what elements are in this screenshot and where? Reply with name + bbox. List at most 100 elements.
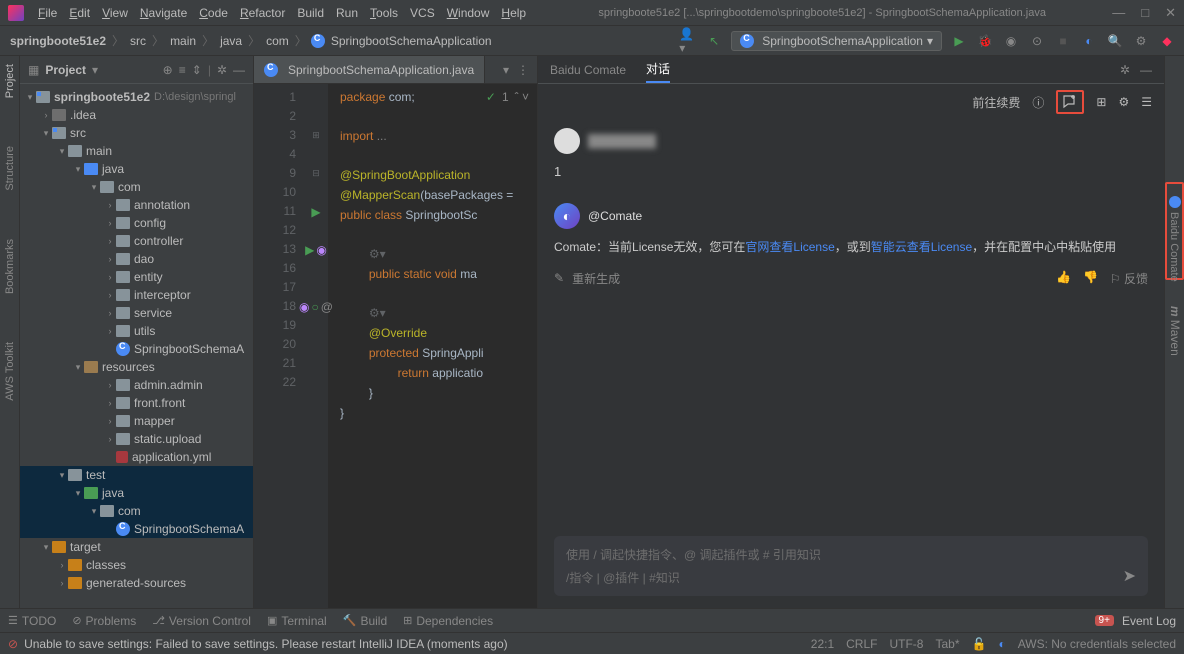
settings-icon[interactable]: ⚙ — [1132, 32, 1150, 50]
send-icon[interactable]: ➤ — [1123, 566, 1136, 586]
menu-vcs[interactable]: VCS — [404, 4, 441, 22]
chevron-up-down-icon: ˆ ˅ — [515, 90, 529, 104]
comate-icon[interactable]: ◐ — [1080, 32, 1098, 50]
thumbs-down-icon[interactable]: 👎 — [1083, 270, 1098, 287]
event-log-button[interactable]: 9+ Event Log — [1095, 614, 1176, 628]
crumb-root[interactable]: springboote51e2 — [8, 34, 108, 48]
menu-icon[interactable]: ☰ — [1141, 95, 1152, 109]
tab-structure[interactable]: Structure — [4, 142, 16, 195]
inspection-indicator[interactable]: ✓ 1 ˆ ˅ — [486, 90, 529, 104]
override-icon[interactable]: ◉ — [299, 300, 309, 314]
comate-tab-chat[interactable]: 对话 — [646, 56, 670, 83]
menu-edit[interactable]: Edit — [63, 4, 96, 22]
window-title: springboote51e2 [...\springbootdemo\spri… — [532, 7, 1112, 19]
project-tree[interactable]: ▾springboote51e2D:\design\springl ›.idea… — [20, 84, 253, 608]
code-editor[interactable]: 123491011121316171819202122 ⊞ ⊟ ▶ ▶◉ ◉○@… — [254, 84, 537, 608]
crumb-com[interactable]: com — [264, 34, 291, 48]
tab-todo[interactable]: ☰ TODO — [8, 614, 56, 628]
menu-view[interactable]: View — [96, 4, 134, 22]
wand-icon: ✎ — [554, 271, 564, 285]
minimize-button[interactable]: — — [1112, 5, 1125, 21]
new-chat-button[interactable] — [1056, 90, 1084, 114]
tab-dependencies[interactable]: ⊞ Dependencies — [403, 614, 493, 628]
stop-button[interactable]: ■ — [1054, 32, 1072, 50]
yml-file-icon — [116, 451, 128, 463]
expand-all-icon[interactable]: ≡ — [179, 63, 186, 77]
tab-problems[interactable]: ⊘ Problems — [72, 614, 136, 628]
select-opened-icon[interactable]: ⊕ — [163, 63, 173, 77]
thumbs-up-icon[interactable]: 👍 — [1056, 270, 1071, 287]
chat-input[interactable]: 使用 / 调起快捷指令、@ 调起插件或 # 引用知识 /指令 | @插件 | #… — [554, 536, 1148, 596]
chevron-right-icon: 〉 — [291, 32, 311, 49]
tab-build[interactable]: 🔨 Build — [343, 614, 387, 628]
menu-run[interactable]: Run — [330, 4, 364, 22]
tab-version-control[interactable]: ⎇ Version Control — [152, 614, 251, 628]
jetbrains-icon[interactable]: ◆ — [1158, 32, 1176, 50]
settings-icon[interactable]: ✲ — [217, 63, 227, 77]
menu-code[interactable]: Code — [193, 4, 234, 22]
run-config-name: SpringbootSchemaApplication — [762, 34, 923, 48]
debug-button[interactable]: 🐞 — [976, 32, 994, 50]
menu-help[interactable]: Help — [495, 4, 532, 22]
project-title[interactable]: Project — [45, 63, 86, 77]
editor-tab[interactable]: SpringbootSchemaApplication.java — [254, 56, 485, 83]
user-message-text: 1 — [554, 162, 1148, 183]
link-official[interactable]: 官网查看License — [745, 240, 834, 254]
hide-icon[interactable]: — — [233, 63, 245, 77]
comate-avatar: ◐ — [554, 203, 580, 229]
menu-refactor[interactable]: Refactor — [234, 4, 291, 22]
feedback-button[interactable]: ⚐ 反馈 — [1110, 270, 1148, 287]
renewal-link[interactable]: 前往续费 — [972, 94, 1020, 111]
crumb-java[interactable]: java — [218, 34, 244, 48]
menu-navigate[interactable]: Navigate — [134, 4, 193, 22]
baidu-comate-panel: Baidu Comate 对话 ✲ — 前往续费 ⓘ ⊞ ⚙ ☰ ███████… — [537, 56, 1164, 608]
code-content[interactable]: package com; import ... @SpringBootAppli… — [328, 84, 537, 608]
hide-icon[interactable]: — — [1140, 63, 1152, 77]
class-icon — [116, 522, 130, 536]
comate-tab-main[interactable]: Baidu Comate — [550, 59, 626, 81]
run-button[interactable]: ▶ — [950, 32, 968, 50]
grid-icon[interactable]: ⊞ — [1096, 95, 1106, 109]
chevron-right-icon: 〉 — [108, 32, 128, 49]
regenerate-button[interactable]: 重新生成 — [572, 270, 620, 287]
crumb-main[interactable]: main — [168, 34, 198, 48]
more-icon[interactable]: ⋮ — [517, 63, 529, 77]
build-icon[interactable]: ↖ — [705, 32, 723, 50]
run-gutter-icon[interactable]: ▶ — [305, 243, 314, 257]
user-avatar — [554, 128, 580, 154]
class-icon — [264, 63, 278, 77]
dropdown-icon[interactable]: ▾ — [92, 63, 98, 77]
project-tool-window: ▦ Project ▾ ⊕ ≡ ⇕ | ✲ — ▾springboote51e2… — [20, 56, 254, 608]
tab-baidu-comate[interactable]: Baidu Comate — [1168, 212, 1180, 282]
collapse-all-icon[interactable]: ⇕ — [192, 63, 202, 77]
menu-tools[interactable]: Tools — [364, 4, 404, 22]
tab-aws[interactable]: AWS Toolkit — [4, 338, 16, 405]
link-cloud[interactable]: 智能云查看License — [871, 240, 972, 254]
coverage-button[interactable]: ◉ — [1002, 32, 1020, 50]
menu-file[interactable]: FFileile — [32, 4, 63, 22]
app-icon — [8, 5, 24, 21]
close-button[interactable]: ✕ — [1165, 5, 1176, 21]
search-icon[interactable]: 🔍 — [1106, 32, 1124, 50]
run-gutter-icon[interactable]: ▶ — [311, 205, 320, 219]
settings-icon[interactable]: ✲ — [1120, 63, 1130, 77]
menu-window[interactable]: Window — [441, 4, 496, 22]
tab-project[interactable]: Project — [4, 60, 16, 102]
crumb-class[interactable]: SpringbootSchemaApplication — [329, 34, 494, 48]
maximize-button[interactable]: □ — [1141, 5, 1149, 21]
gear-icon[interactable]: ⚙ — [1118, 95, 1129, 109]
help-icon[interactable]: ⓘ — [1032, 94, 1044, 111]
menu-build[interactable]: Build — [291, 4, 330, 22]
run-configuration-selector[interactable]: SpringbootSchemaApplication ▾ — [731, 31, 942, 51]
profile-button[interactable]: ⊙ — [1028, 32, 1046, 50]
input-placeholder: 使用 / 调起快捷指令、@ 调起插件或 # 引用知识 — [566, 546, 1136, 563]
user-icon[interactable]: 👤▾ — [679, 32, 697, 50]
bean-icon[interactable]: ◉ — [316, 243, 326, 257]
tab-terminal[interactable]: ▣ Terminal — [267, 614, 327, 628]
line-numbers: 123491011121316171819202122 — [254, 84, 304, 608]
tab-maven[interactable]: m Maven — [1168, 306, 1182, 356]
crumb-src[interactable]: src — [128, 34, 148, 48]
dropdown-icon[interactable]: ▾ — [503, 63, 509, 77]
comate-logo-icon — [1169, 196, 1181, 208]
tab-bookmarks[interactable]: Bookmarks — [4, 235, 16, 298]
